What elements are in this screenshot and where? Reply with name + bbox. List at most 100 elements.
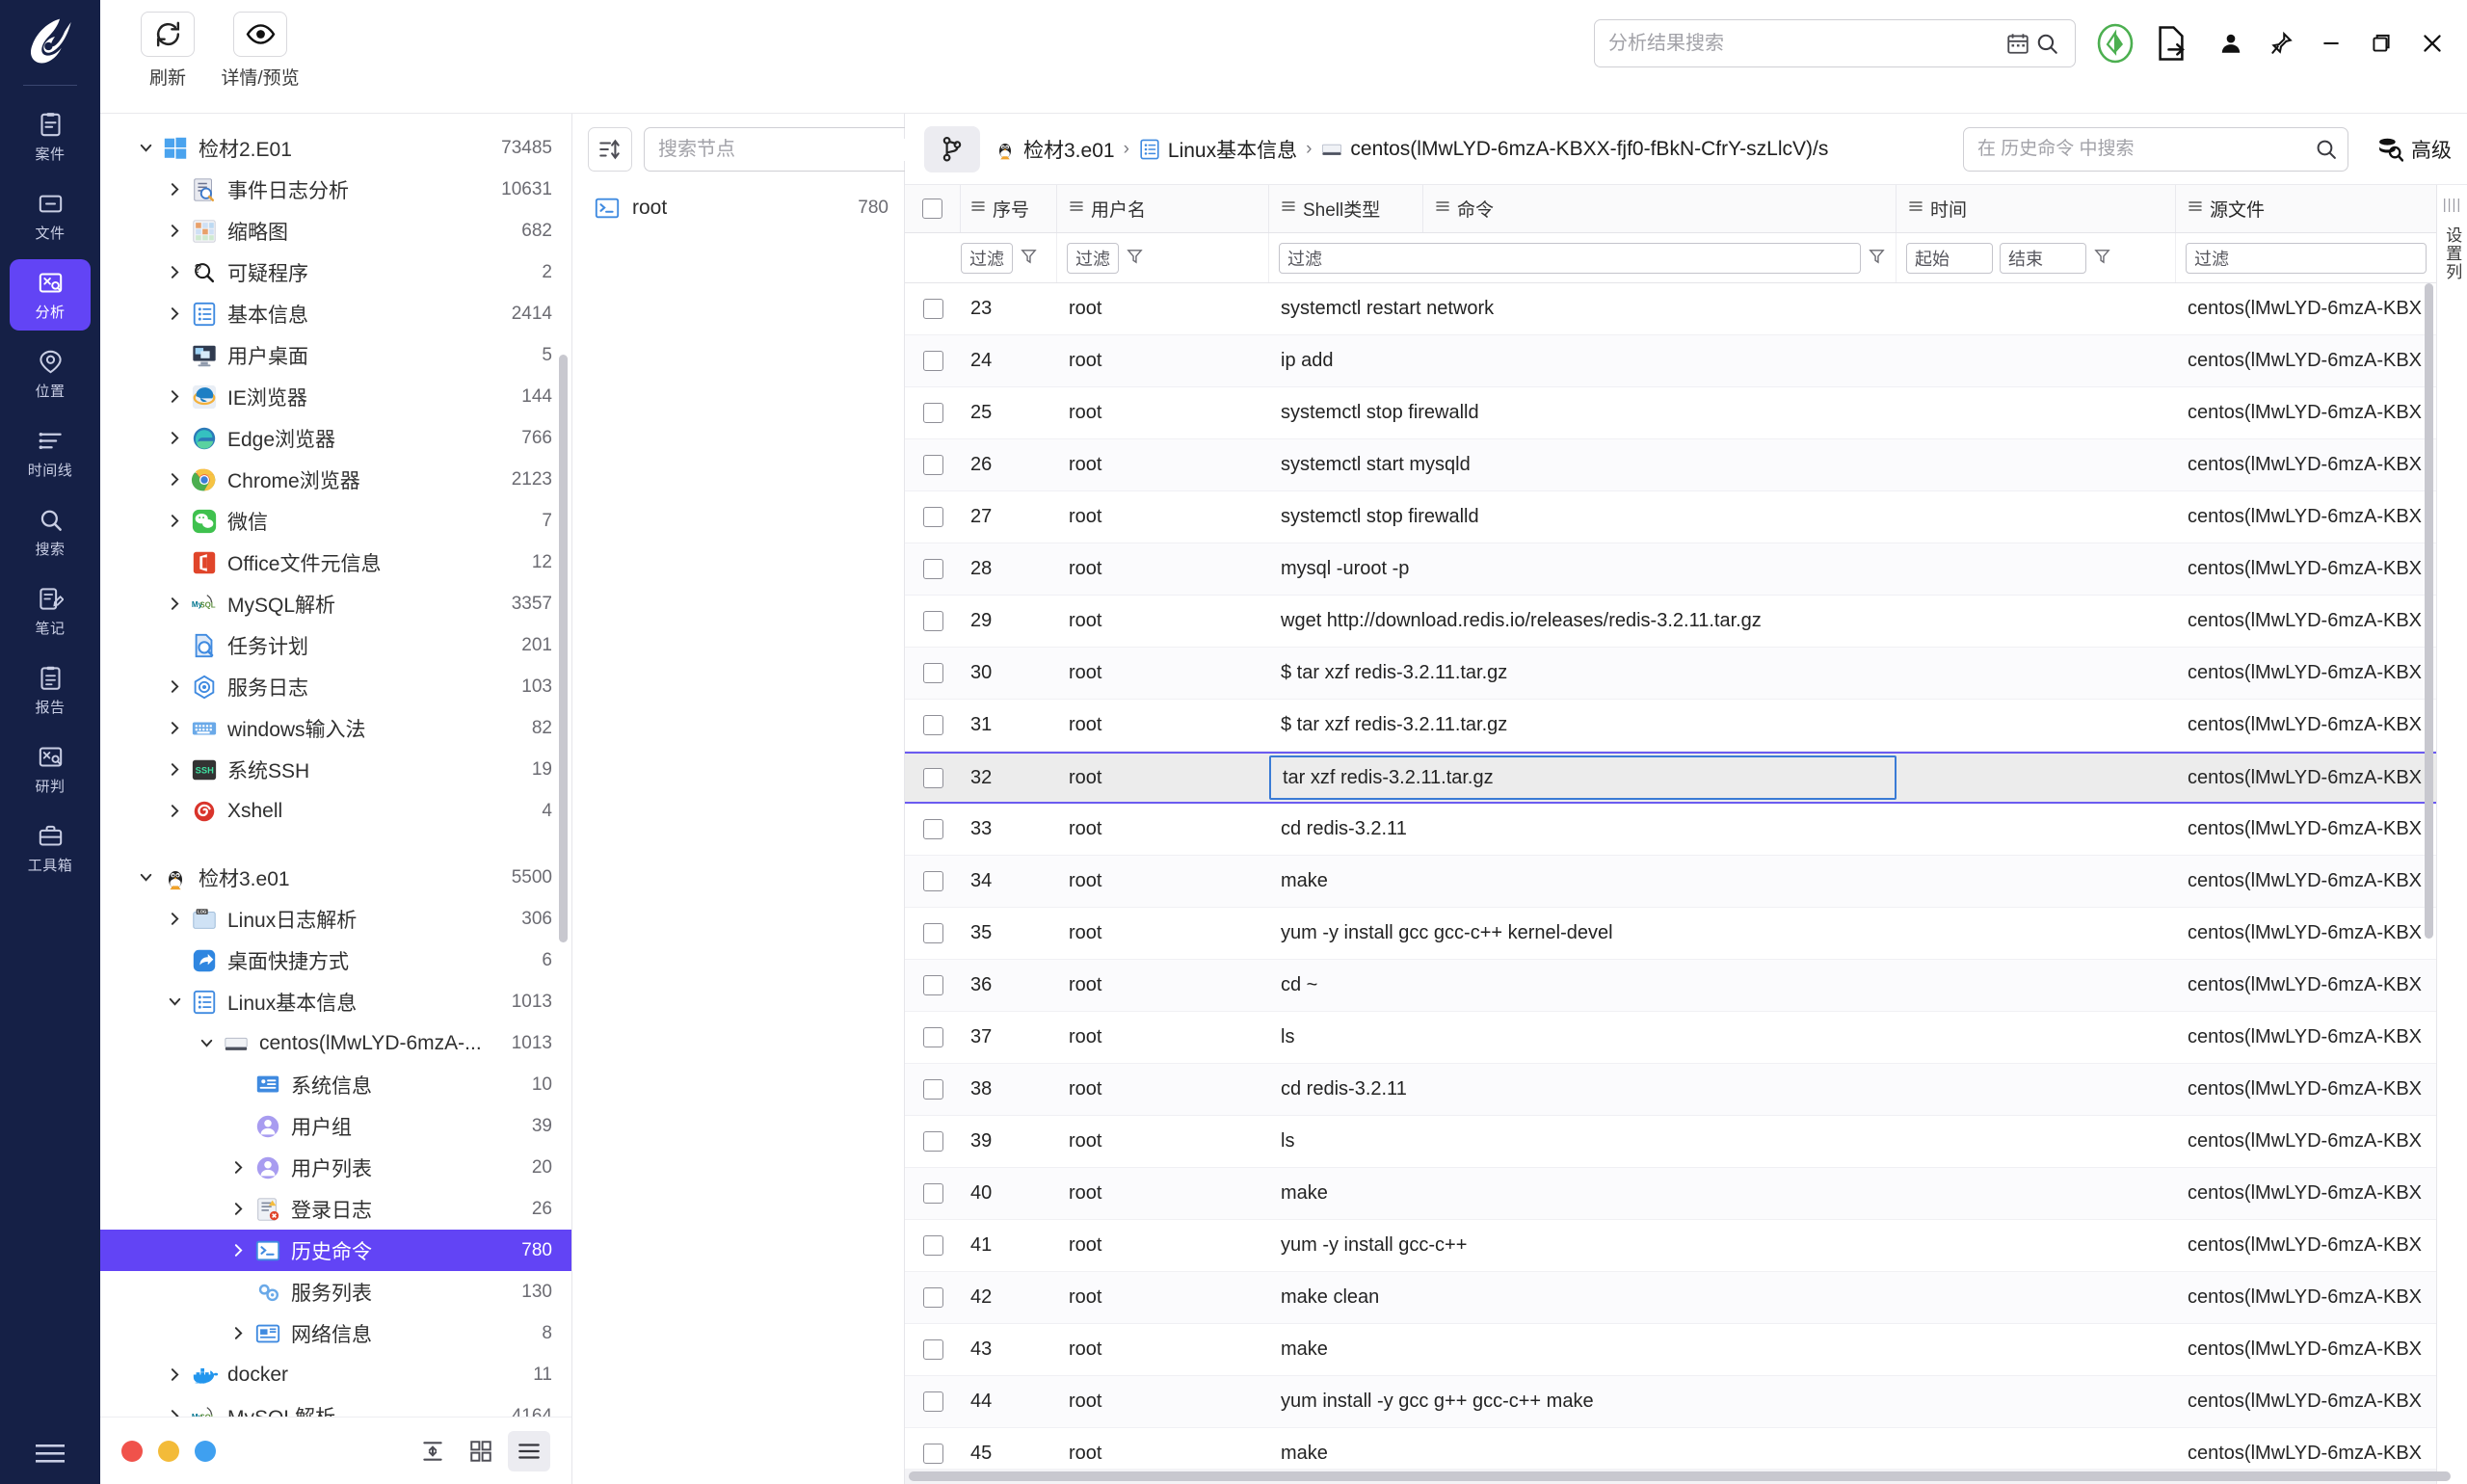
breadcrumb-item[interactable]: Linux基本信息 [1138,135,1297,164]
cell-command[interactable]: ls [1269,1116,1897,1167]
tree-node-item[interactable]: IE浏览器 144 [100,376,571,417]
history-search-box[interactable] [1963,126,2348,172]
status-dot-0[interactable] [121,1440,143,1462]
row-checkbox[interactable] [922,1131,943,1152]
row-checkbox-cell[interactable] [905,754,961,802]
row-checkbox[interactable] [922,351,943,371]
filter-input-src[interactable]: 过滤 [2186,242,2427,274]
minimize-window-button[interactable] [2319,31,2344,56]
row-checkbox-cell[interactable] [905,804,961,855]
chevron-down-icon[interactable] [192,1035,221,1051]
breadcrumb-item[interactable]: 检材3.e01 [994,135,1115,164]
chevron-right-icon[interactable] [160,1366,189,1383]
history-search-button[interactable] [2314,137,2338,161]
row-checkbox-cell[interactable] [905,1116,961,1167]
filter-funnel-user-icon[interactable] [1126,247,1144,270]
row-checkbox[interactable] [922,715,943,735]
table-row[interactable]: 40 root make centos(lMwLYD-6mzA-KBX [905,1168,2436,1220]
tree-vertical-scrollbar[interactable] [559,355,568,942]
row-checkbox[interactable] [922,299,943,319]
chevron-right-icon[interactable] [160,264,189,280]
export-button[interactable] [2155,25,2188,62]
rail-item-analysis[interactable]: 分析 [10,259,91,331]
cell-command[interactable]: make [1269,856,1897,907]
rail-item-location[interactable]: 位置 [10,338,91,410]
tree-node-item[interactable]: 桌面快捷方式 6 [100,940,571,981]
chevron-right-icon[interactable] [160,803,189,819]
filter-funnel-time-icon[interactable] [2093,247,2111,270]
list-view-button[interactable] [508,1430,550,1471]
cell-command[interactable]: systemctl restart network [1269,283,1897,334]
tree-node-item[interactable]: Edge浏览器 766 [100,417,571,459]
chevron-right-icon[interactable] [160,388,189,405]
chevron-right-icon[interactable] [224,1242,252,1259]
row-checkbox[interactable] [922,611,943,631]
row-checkbox[interactable] [922,1287,943,1308]
tree-node-item[interactable]: 登录日志 26 [100,1188,571,1230]
cell-command[interactable]: ip add [1269,335,1897,386]
row-checkbox[interactable] [922,403,943,423]
table-row[interactable]: 37 root ls centos(lMwLYD-6mzA-KBX [905,1012,2436,1064]
row-checkbox[interactable] [922,1183,943,1204]
row-checkbox[interactable] [922,1444,943,1464]
tree-node-item[interactable]: Xshell 4 [100,790,571,832]
grid-hscroll-thumb[interactable] [909,1471,2451,1481]
table-row[interactable]: 35 root yum -y install gcc gcc-c++ kernel-… [905,908,2436,960]
chevron-right-icon[interactable] [160,596,189,612]
filter-input-time-end[interactable]: 结束 [2000,242,2086,274]
select-all-checkbox[interactable] [922,199,942,219]
select-all-cell[interactable] [905,185,961,232]
cell-command[interactable]: $ tar xzf redis-3.2.11.tar.gz [1269,648,1897,699]
user-account-button[interactable] [2218,31,2243,56]
tree-node-item[interactable]: 系统信息 10 [100,1064,571,1105]
cell-command[interactable]: yum -y install gcc gcc-c++ kernel-devel [1269,908,1897,959]
row-checkbox-cell[interactable] [905,491,961,543]
row-checkbox[interactable] [922,1339,943,1360]
tree-node-item[interactable]: Linux基本信息 1013 [100,981,571,1022]
row-checkbox[interactable] [922,455,943,475]
row-checkbox-cell[interactable] [905,648,961,699]
rail-item-note[interactable]: 笔记 [10,575,91,647]
tree-node-item[interactable]: LOG Linux日志解析 306 [100,898,571,940]
collapse-all-button[interactable] [411,1431,454,1471]
rail-item-case[interactable]: 案件 [10,101,91,172]
tree-node-item[interactable]: 历史命令 780 [100,1230,571,1271]
table-row[interactable]: 27 root systemctl stop firewalld centos(lMw… [905,491,2436,543]
chevron-right-icon[interactable] [160,761,189,778]
rail-item-search[interactable]: 搜索 [10,496,91,568]
table-row[interactable]: 41 root yum -y install gcc-c++ centos(lMwLY… [905,1220,2436,1272]
row-checkbox-cell[interactable] [905,283,961,334]
tree-node-item[interactable]: 网络信息 8 [100,1312,571,1354]
analysis-search-box[interactable] [1594,19,2076,67]
row-checkbox[interactable] [922,559,943,579]
rail-item-timeline[interactable]: 时间线 [10,417,91,489]
table-row[interactable]: 33 root cd redis-3.2.11 centos(lMwLYD-6mzA-… [905,804,2436,856]
tree-node-item[interactable]: windows输入法 82 [100,707,571,749]
chevron-right-icon[interactable] [160,305,189,322]
hamburger-menu-button[interactable] [0,1442,100,1467]
table-row[interactable]: 24 root ip add centos(lMwLYD-6mzA-KBX [905,335,2436,387]
row-checkbox-cell[interactable] [905,856,961,907]
tree-node-item[interactable]: SSH 系统SSH 19 [100,749,571,790]
tree-node-item[interactable]: docker docker 11 [100,1354,571,1395]
table-row[interactable]: 23 root systemctl restart network centos(lM… [905,283,2436,335]
advanced-search-button[interactable]: 高级 [2377,135,2452,164]
table-row[interactable]: 45 root make centos(lMwLYD-6mzA-KBX [905,1428,2436,1469]
grid-vertical-scrollbar[interactable] [2425,283,2433,939]
column-header-src[interactable]: 源文件 [2176,185,2436,232]
row-checkbox-cell[interactable] [905,1220,961,1271]
pin-window-button[interactable] [2268,31,2294,56]
cell-command[interactable]: tar xzf redis-3.2.11.tar.gz [1269,755,1897,800]
row-checkbox-cell[interactable] [905,1324,961,1375]
row-checkbox-cell[interactable] [905,1168,961,1219]
tree-node-item[interactable]: Office文件元信息 12 [100,542,571,583]
cell-command[interactable]: cd ~ [1269,960,1897,1011]
row-checkbox[interactable] [922,923,943,943]
row-checkbox-cell[interactable] [905,1376,961,1427]
row-checkbox[interactable] [922,819,943,839]
tree-node-item[interactable]: 任务计划 201 [100,624,571,666]
row-checkbox-cell[interactable] [905,1012,961,1063]
filter-input-time-start[interactable]: 起始 [1906,242,1993,274]
chevron-right-icon[interactable] [160,471,189,488]
tree-node-root[interactable]: 检材3.e01 5500 [100,857,571,898]
